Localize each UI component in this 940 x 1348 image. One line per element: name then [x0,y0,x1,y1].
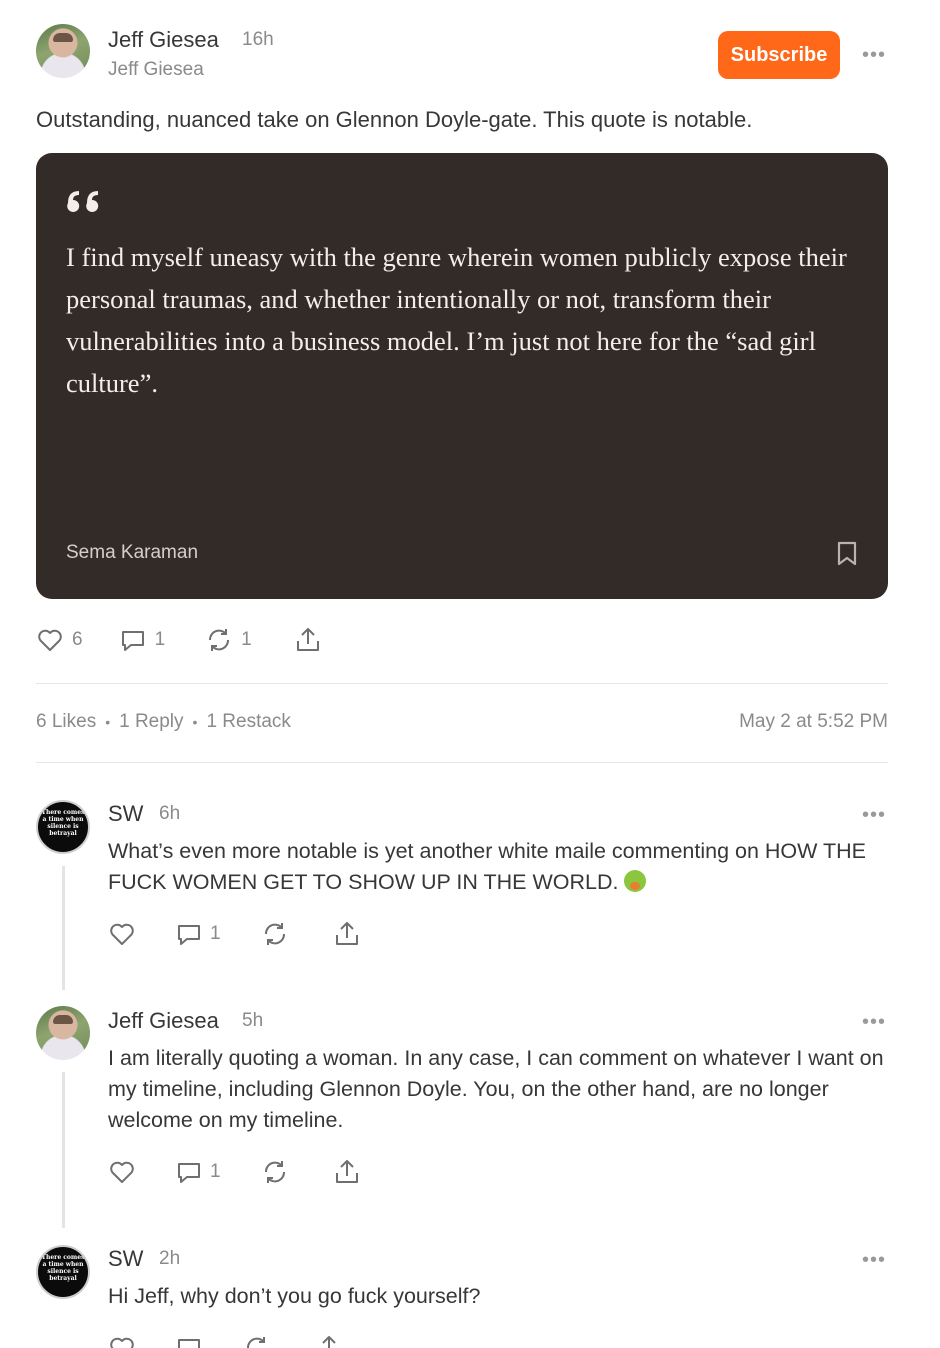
likes-stat[interactable]: 6 Likes [36,711,96,733]
like-button[interactable] [108,920,136,948]
share-icon [335,1160,358,1183]
avatar-caption: There comes [41,809,85,816]
comment-icon [178,1339,200,1348]
quote-author[interactable]: Sema Karaman [66,542,198,564]
commenter-avatar[interactable]: There comes a time when silence is betra… [36,1245,90,1299]
heart-icon [110,1337,134,1348]
comment-actions [108,1334,343,1348]
comment-text: I am literally quoting a woman. In any c… [108,1046,884,1132]
post-date: May 2 at 5:52 PM [739,711,888,732]
comment-icon [178,925,200,945]
post-text: Outstanding, nuanced take on Glennon Doy… [36,107,753,132]
reply-button[interactable]: 1 [119,626,166,654]
quote-card[interactable]: I find myself uneasy with the genre wher… [36,153,888,599]
restack-button[interactable] [243,1334,271,1348]
avatar-caption: a time when [42,816,84,823]
comment-actions: 1 [108,1158,361,1186]
more-options-icon[interactable]: ••• [862,1250,886,1270]
heart-icon [38,629,62,651]
share-icon [322,1336,336,1348]
reply-count: 1 [210,923,221,944]
separator: • [192,714,198,730]
comment-time: 5h [242,1010,264,1031]
restack-icon [264,923,285,945]
post-stats: 6 Likes • 1 Reply • 1 Restack [36,711,291,733]
commenter-name[interactable]: Jeff Giesea [108,1008,219,1034]
comment-text: Hi Jeff, why don’t you go fuck yourself? [108,1284,481,1308]
divider [36,762,888,763]
author-handle[interactable]: Jeff Giesea [108,59,204,81]
comment-actions: 1 [108,920,361,948]
thread-line [62,1072,65,1228]
like-button[interactable]: 6 [36,626,83,654]
author-name[interactable]: Jeff Giesea [108,27,219,53]
share-icon [296,628,319,651]
bookmark-icon[interactable] [836,541,858,567]
like-button[interactable] [108,1158,136,1186]
more-options-icon[interactable]: ••• [862,45,886,65]
author-avatar[interactable] [36,24,90,78]
thread-line [62,866,65,990]
post-actions: 6 1 1 [36,626,322,654]
commenter-avatar[interactable]: There comes a time when silence is betra… [36,800,90,854]
comment-icon [121,631,144,651]
commenter-name[interactable]: SW [108,801,143,827]
heart-icon [110,1161,134,1183]
restack-button[interactable] [261,920,289,948]
restack-count: 1 [241,629,252,650]
restack-button[interactable]: 1 [205,626,252,654]
reply-button[interactable] [175,1334,203,1348]
comment-body: What’s even more notable is yet another … [108,839,867,894]
more-options-icon[interactable]: ••• [862,1012,886,1032]
comment-time: 6h [159,803,181,824]
comment-time: 2h [159,1248,181,1269]
restack-icon [209,629,230,651]
heart-icon [110,923,134,945]
avatar-caption: silence is [47,823,79,830]
reply-button[interactable]: 1 [175,1158,221,1186]
avatar-caption: There comes [41,1254,85,1261]
avatar-caption: betrayal [49,1275,77,1282]
avatar-caption: silence is [47,1268,79,1275]
divider [36,683,888,684]
replies-stat[interactable]: 1 Reply [119,711,183,733]
commenter-name[interactable]: SW [108,1246,143,1272]
subscribe-button[interactable]: Subscribe [718,31,840,79]
reply-count: 1 [154,629,166,650]
separator: • [105,714,111,730]
quote-mark-icon [67,191,99,212]
share-button[interactable] [333,1158,361,1186]
post-time: 16h [242,29,274,50]
comment-text: What’s even more notable is yet another … [108,836,888,898]
share-button[interactable] [294,626,322,654]
quote-text: I find myself uneasy with the genre wher… [66,242,847,398]
restack-icon [264,1161,285,1183]
reply-button[interactable]: 1 [175,920,221,948]
commenter-avatar[interactable] [36,1006,90,1060]
restack-button[interactable] [261,1158,289,1186]
share-icon [335,922,358,945]
more-options-icon[interactable]: ••• [862,805,886,825]
share-button[interactable] [315,1334,343,1348]
restacks-stat[interactable]: 1 Restack [206,711,290,733]
comment-icon [178,1163,200,1183]
restack-icon [247,1337,265,1348]
avatar-caption: a time when [42,1261,84,1268]
like-count: 6 [72,629,83,650]
like-button[interactable] [108,1334,136,1348]
share-button[interactable] [333,920,361,948]
nauseated-face-emoji [624,870,647,892]
avatar-caption: betrayal [49,830,77,837]
reply-count: 1 [210,1161,221,1182]
